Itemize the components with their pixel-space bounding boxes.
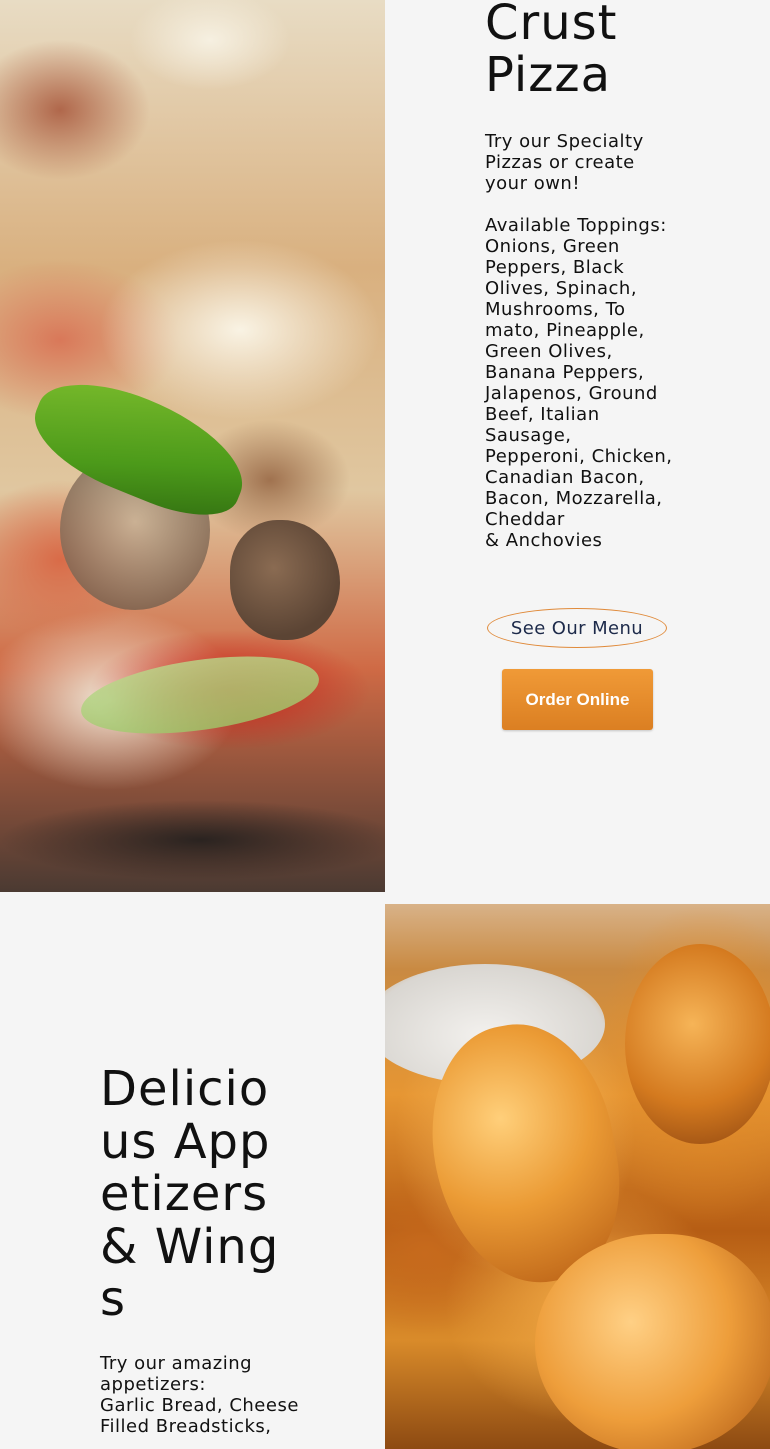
pizza-intro-text: Try our Specialty Pizzas or create your … <box>485 131 644 194</box>
wing-image <box>535 1234 770 1449</box>
toppings-last: & Anchovies <box>485 530 603 551</box>
wing-image <box>625 944 770 1144</box>
wings-intro-line2: Garlic Bread, Cheese Filled Breadsticks, <box>100 1394 299 1437</box>
wings-heading: Delicious Appetizers & Wings <box>100 1061 280 1327</box>
wings-section: Delicious Appetizers & Wings Try our ama… <box>0 904 770 1449</box>
see-our-menu-button[interactable]: See Our Menu <box>487 608 667 648</box>
wings-text-column: Delicious Appetizers & Wings Try our ama… <box>100 1063 300 1437</box>
pizza-heading-line1: Crust <box>485 0 618 51</box>
toppings-list: Onions, Green Peppers, Black Olives, Spi… <box>485 236 673 530</box>
wings-intro-line1: Try our amazing appetizers: <box>100 1352 253 1395</box>
toppings-label: Available Toppings: <box>485 215 667 236</box>
pizza-heading: Crust Pizza <box>485 0 675 101</box>
wings-intro-text: Try our amazing appetizers: Garlic Bread… <box>100 1353 300 1437</box>
order-online-button[interactable]: Order Online <box>502 669 653 730</box>
pizza-photo <box>0 0 385 892</box>
pizza-section: Crust Pizza Try our Specialty Pizzas or … <box>0 0 770 892</box>
wings-photo <box>385 904 770 1449</box>
pizza-text-column: Crust Pizza Try our Specialty Pizzas or … <box>485 0 675 551</box>
pizza-toppings-text: Available Toppings: Onions, Green Pepper… <box>485 215 675 551</box>
mushroom-topping-image <box>230 520 340 640</box>
pizza-heading-line2: Pizza <box>485 47 612 103</box>
pepper-slice-image <box>76 643 324 747</box>
